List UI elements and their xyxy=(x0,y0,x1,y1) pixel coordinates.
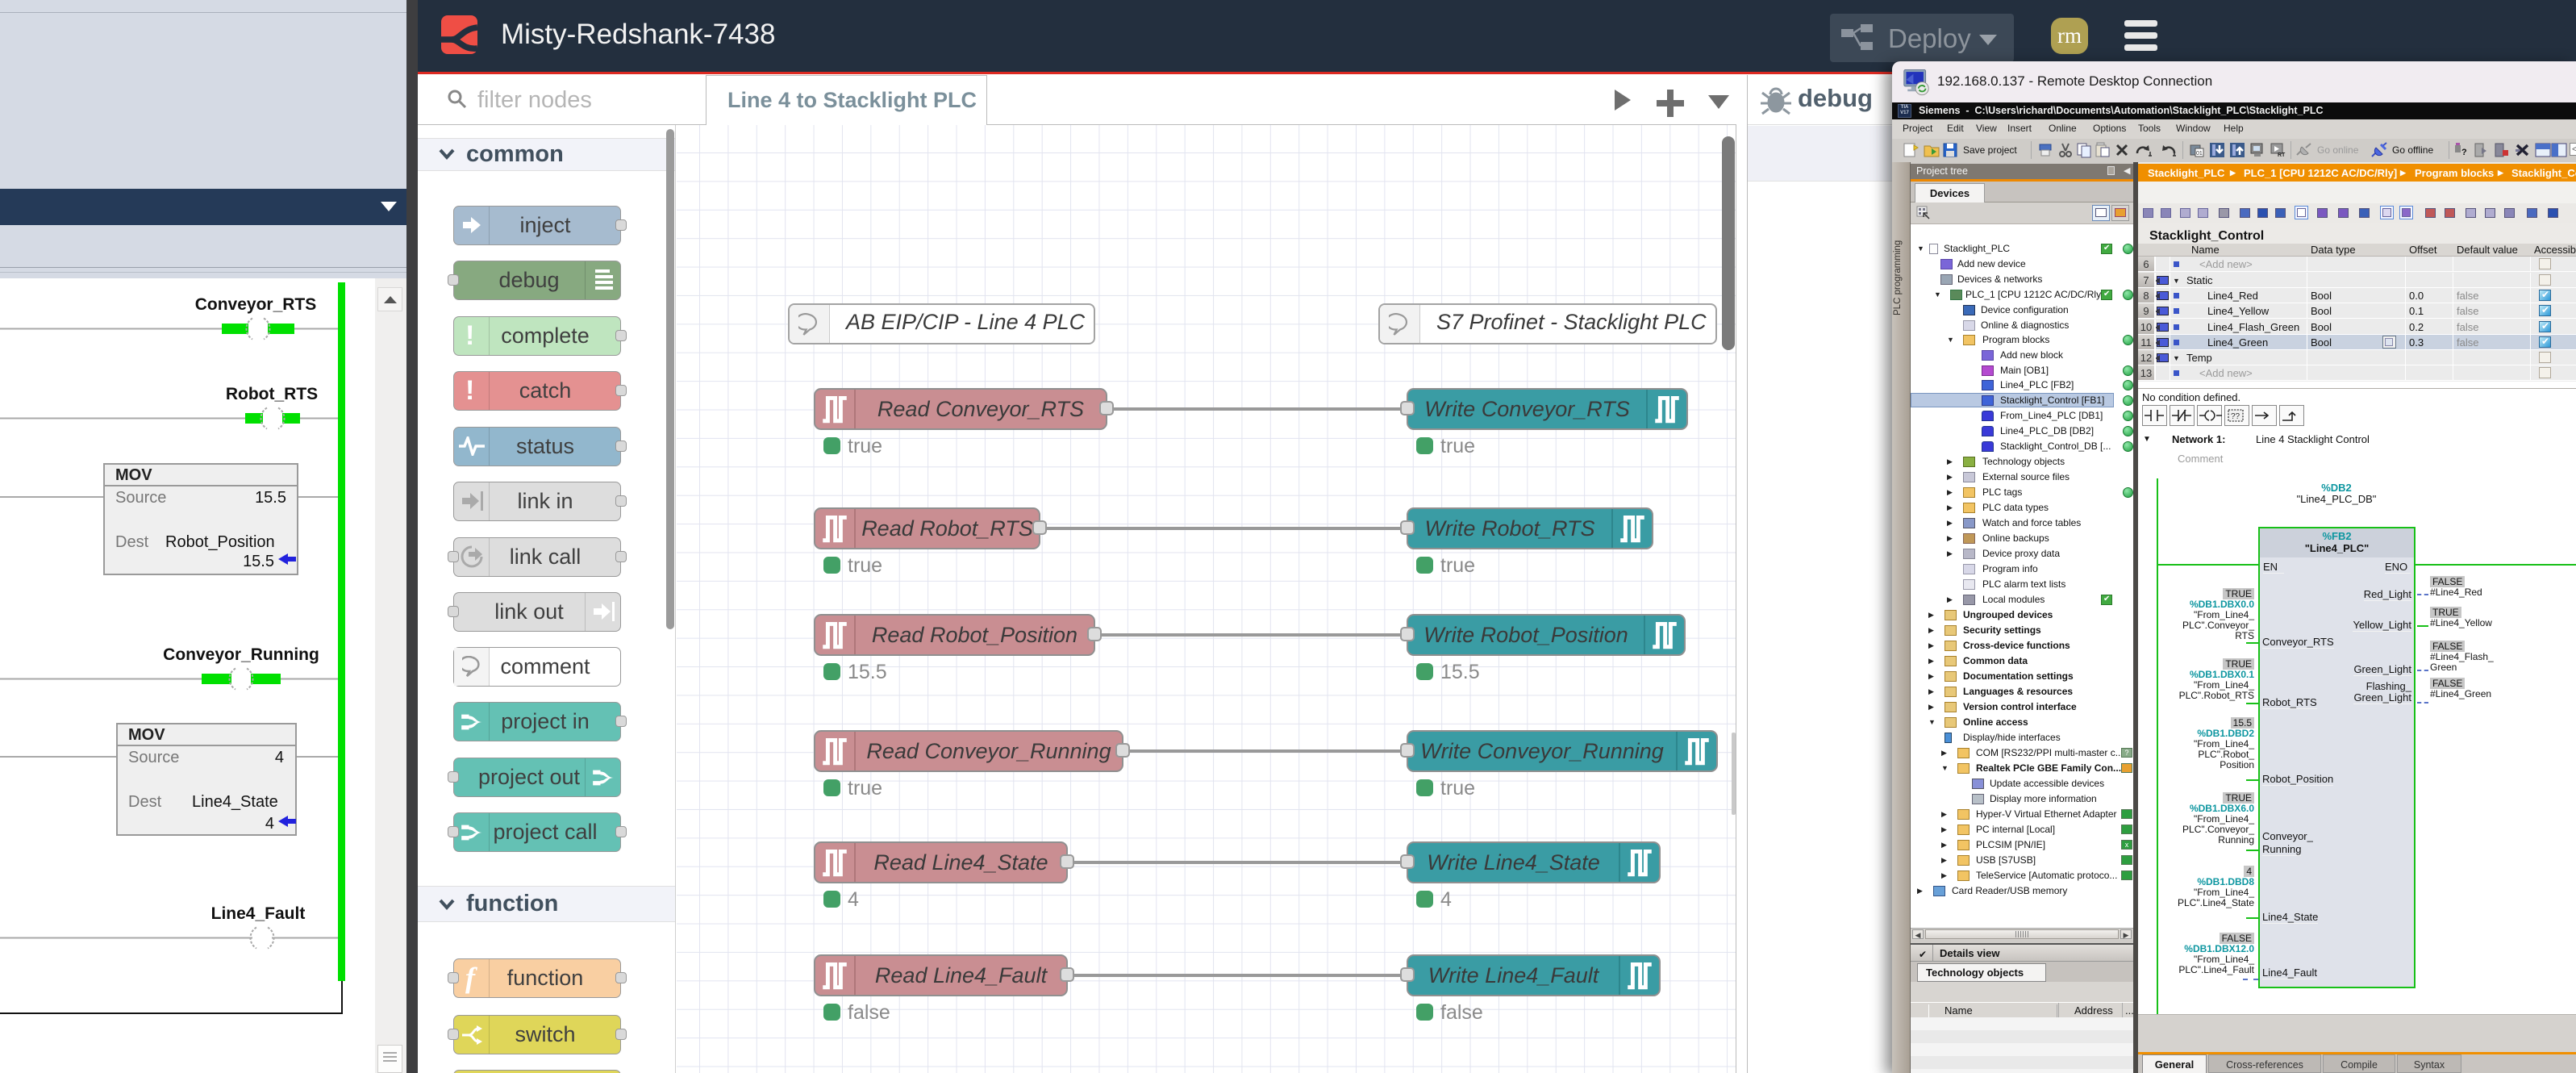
svg-text:?: ? xyxy=(2461,148,2467,157)
svg-text:RT: RT xyxy=(2278,152,2286,158)
svg-text:Dest: Dest xyxy=(115,533,149,551)
svg-text:15.5: 15.5 xyxy=(243,553,274,570)
svg-text:Line4_Fault: Line4_Fault xyxy=(211,904,306,923)
svg-text:Source: Source xyxy=(128,749,179,766)
svg-text:Conveyor_Running: Conveyor_Running xyxy=(163,645,319,664)
svg-text:Robot_Position: Robot_Position xyxy=(165,533,275,551)
svg-text:MOV: MOV xyxy=(128,726,165,744)
svg-text:4: 4 xyxy=(265,815,274,833)
svg-text:Line4_State: Line4_State xyxy=(192,793,278,811)
svg-text:MOV: MOV xyxy=(115,466,152,484)
svg-text:4: 4 xyxy=(275,749,284,766)
svg-text:Source: Source xyxy=(115,489,166,507)
svg-text:01: 01 xyxy=(2196,151,2203,157)
svg-text:??: ?? xyxy=(2231,412,2240,421)
svg-text:15.5: 15.5 xyxy=(255,489,286,507)
svg-text:Conveyor_RTS: Conveyor_RTS xyxy=(195,295,317,314)
svg-text:Robot_RTS: Robot_RTS xyxy=(226,385,318,403)
svg-text:Dest: Dest xyxy=(128,793,162,811)
